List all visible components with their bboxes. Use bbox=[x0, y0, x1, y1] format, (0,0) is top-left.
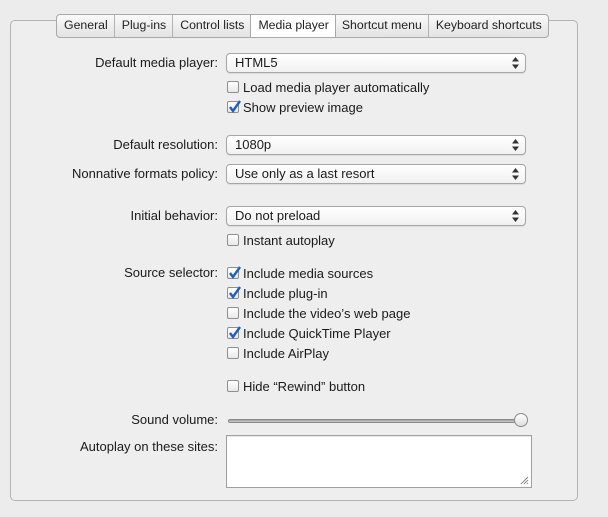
include-airplay-checkbox[interactable]: Include AirPlay bbox=[227, 345, 329, 361]
initial-behavior-label: Initial behavior: bbox=[130, 208, 218, 223]
default-media-player-value: HTML5 bbox=[235, 55, 278, 70]
include-media-sources-checkbox[interactable]: Include media sources bbox=[227, 265, 373, 281]
autoplay-sites-label: Autoplay on these sites: bbox=[79, 439, 218, 454]
tab-control-lists[interactable]: Control lists bbox=[173, 15, 252, 37]
popup-arrows-icon bbox=[512, 210, 519, 222]
include-quicktime-label: Include QuickTime Player bbox=[243, 325, 391, 341]
initial-behavior-value: Do not preload bbox=[235, 208, 321, 223]
default-resolution-popup[interactable]: 1080p bbox=[226, 135, 526, 155]
checkbox-box[interactable] bbox=[227, 234, 239, 246]
nonnative-policy-value: Use only as a last resort bbox=[235, 166, 375, 181]
load-auto-checkbox[interactable]: Load media player automatically bbox=[227, 79, 429, 95]
popup-arrows-icon bbox=[512, 168, 519, 180]
include-plugin-checkbox[interactable]: Include plug-in bbox=[227, 285, 328, 301]
tab-plug-ins[interactable]: Plug-ins bbox=[115, 15, 174, 37]
popup-arrows-icon bbox=[512, 139, 519, 151]
hide-rewind-checkbox[interactable]: Hide “Rewind” button bbox=[227, 378, 365, 394]
sound-volume-knob[interactable] bbox=[514, 413, 528, 427]
include-video-page-checkbox[interactable]: Include the video’s web page bbox=[227, 305, 410, 321]
checkbox-box[interactable] bbox=[227, 326, 241, 340]
include-airplay-label: Include AirPlay bbox=[243, 345, 329, 361]
instant-autoplay-label: Instant autoplay bbox=[243, 232, 335, 248]
checkbox-box[interactable] bbox=[227, 100, 241, 114]
include-media-sources-label: Include media sources bbox=[243, 265, 374, 281]
checkbox-box[interactable] bbox=[227, 266, 241, 280]
default-media-player-label: Default media player: bbox=[95, 55, 218, 70]
sound-volume-track[interactable] bbox=[228, 419, 524, 423]
tab-media-player[interactable]: Media player bbox=[250, 15, 336, 37]
checkmark-icon bbox=[229, 100, 241, 114]
initial-behavior-popup[interactable]: Do not preload bbox=[226, 206, 526, 226]
show-preview-checkbox[interactable]: Show preview image bbox=[227, 99, 363, 115]
hide-rewind-label: Hide “Rewind” button bbox=[243, 378, 366, 394]
popup-arrows-icon bbox=[512, 57, 519, 69]
resize-grip-icon[interactable] bbox=[520, 476, 529, 485]
include-plugin-label: Include plug-in bbox=[243, 285, 328, 301]
checkbox-box[interactable] bbox=[227, 307, 239, 319]
show-preview-label: Show preview image bbox=[243, 99, 363, 115]
checkbox-box[interactable] bbox=[227, 286, 241, 300]
checkmark-icon bbox=[229, 266, 241, 280]
load-auto-label: Load media player automatically bbox=[243, 79, 430, 95]
default-media-player-popup[interactable]: HTML5 bbox=[226, 53, 526, 73]
default-resolution-value: 1080p bbox=[235, 137, 272, 152]
nonnative-policy-label: Nonnative formats policy: bbox=[72, 166, 218, 181]
tab-bar: General Plug-ins Control lists Media pla… bbox=[56, 14, 549, 38]
include-video-page-label: Include the video’s web page bbox=[243, 305, 411, 321]
tab-keyboard-shortcuts[interactable]: Keyboard shortcuts bbox=[429, 15, 548, 37]
checkbox-box[interactable] bbox=[227, 347, 239, 359]
tab-general[interactable]: General bbox=[57, 15, 115, 37]
instant-autoplay-checkbox[interactable]: Instant autoplay bbox=[227, 232, 335, 248]
checkbox-box[interactable] bbox=[227, 380, 239, 392]
checkmark-icon bbox=[229, 286, 241, 300]
autoplay-sites-textarea[interactable] bbox=[226, 435, 532, 488]
checkbox-box[interactable] bbox=[227, 81, 239, 93]
tab-shortcut-menu[interactable]: Shortcut menu bbox=[335, 15, 429, 37]
sound-volume-label: Sound volume: bbox=[131, 412, 218, 427]
source-selector-label: Source selector: bbox=[124, 265, 218, 280]
nonnative-policy-popup[interactable]: Use only as a last resort bbox=[226, 164, 526, 184]
checkmark-icon bbox=[229, 326, 241, 340]
default-resolution-label: Default resolution: bbox=[113, 137, 218, 152]
include-quicktime-checkbox[interactable]: Include QuickTime Player bbox=[227, 325, 391, 341]
